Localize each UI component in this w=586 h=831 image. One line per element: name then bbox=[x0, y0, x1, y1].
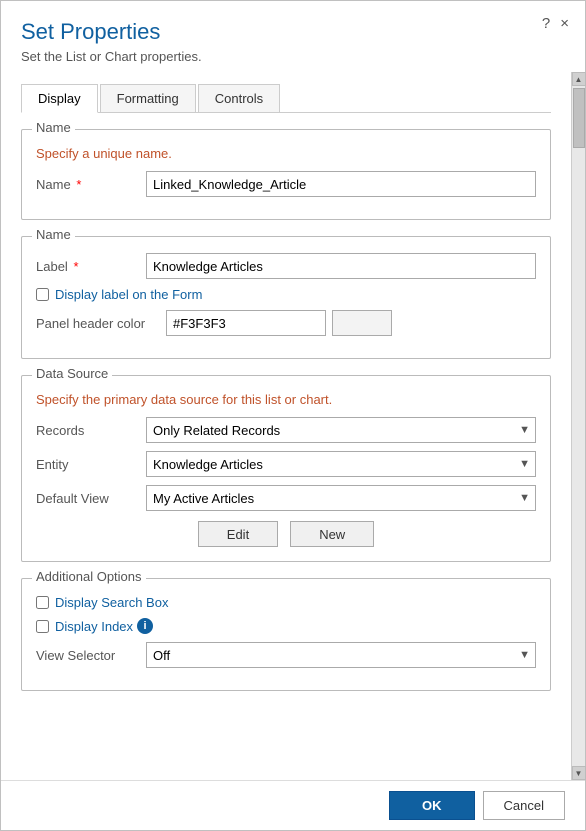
name-section-1-description: Specify a unique name. bbox=[36, 146, 536, 161]
scrollbar-up-button[interactable]: ▲ bbox=[572, 72, 586, 86]
name-input[interactable] bbox=[146, 171, 536, 197]
dialog-subtitle: Set the List or Chart properties. bbox=[21, 49, 565, 64]
help-icon[interactable]: ? bbox=[542, 15, 550, 32]
display-index-row: Display Index i bbox=[36, 618, 536, 634]
additional-options-section: Additional Options Display Search Box Di… bbox=[21, 578, 551, 691]
data-source-section: Data Source Specify the primary data sou… bbox=[21, 375, 551, 562]
scrollbar-track: ▲ ▼ bbox=[571, 72, 585, 780]
label-section-legend: Name bbox=[32, 227, 75, 242]
label-input[interactable] bbox=[146, 253, 536, 279]
entity-row: Entity Knowledge Articles Accounts Conta… bbox=[36, 451, 536, 477]
tab-controls[interactable]: Controls bbox=[198, 84, 280, 112]
view-selector-select[interactable]: Off Show All Views Show Selected Views bbox=[146, 642, 536, 668]
entity-label: Entity bbox=[36, 457, 146, 472]
dialog-header: Set Properties Set the List or Chart pro… bbox=[1, 1, 585, 72]
display-index-info-icon[interactable]: i bbox=[137, 618, 153, 634]
view-selector-label: View Selector bbox=[36, 648, 146, 663]
display-index-checkbox[interactable] bbox=[36, 620, 49, 633]
close-icon[interactable]: × bbox=[560, 15, 569, 32]
scrollbar-area: Display Formatting Controls Name Specify… bbox=[1, 72, 585, 780]
default-view-label: Default View bbox=[36, 491, 146, 506]
panel-header-label: Panel header color bbox=[36, 316, 166, 331]
display-label-row: Display label on the Form bbox=[36, 287, 536, 302]
tab-display[interactable]: Display bbox=[21, 84, 98, 113]
ok-button[interactable]: OK bbox=[389, 791, 475, 820]
panel-header-row: Panel header color bbox=[36, 310, 536, 336]
additional-options-legend: Additional Options bbox=[32, 569, 146, 584]
data-source-legend: Data Source bbox=[32, 366, 112, 381]
name-section-1-inner: Specify a unique name. Name * bbox=[36, 146, 536, 197]
panel-header-input[interactable] bbox=[166, 310, 326, 336]
edit-button[interactable]: Edit bbox=[198, 521, 278, 547]
view-selector-wrapper: Off Show All Views Show Selected Views ▼ bbox=[146, 642, 536, 668]
cancel-button[interactable]: Cancel bbox=[483, 791, 565, 820]
color-swatch[interactable] bbox=[332, 310, 392, 336]
dialog-footer: OK Cancel bbox=[1, 780, 585, 830]
label-label: Label * bbox=[36, 259, 146, 274]
dialog-top-controls: ? × bbox=[542, 15, 569, 32]
default-view-select-wrapper: My Active Articles Active Articles All A… bbox=[146, 485, 536, 511]
records-select[interactable]: Only Related Records All Records bbox=[146, 417, 536, 443]
display-search-box-label: Display Search Box bbox=[55, 595, 168, 610]
view-selector-row: View Selector Off Show All Views Show Se… bbox=[36, 642, 536, 668]
additional-options-inner: Display Search Box Display Index i View … bbox=[36, 595, 536, 668]
dialog: Set Properties Set the List or Chart pro… bbox=[0, 0, 586, 831]
edit-new-buttons-row: Edit New bbox=[36, 521, 536, 547]
label-section: Name Label * Display label on the Form bbox=[21, 236, 551, 359]
records-label: Records bbox=[36, 423, 146, 438]
display-label-text: Display label on the Form bbox=[55, 287, 202, 302]
display-search-box-checkbox[interactable] bbox=[36, 596, 49, 609]
dialog-title: Set Properties bbox=[21, 19, 565, 45]
name-section-1-legend: Name bbox=[32, 120, 75, 135]
entity-select-wrapper: Knowledge Articles Accounts Contacts ▼ bbox=[146, 451, 536, 477]
dialog-content: Display Formatting Controls Name Specify… bbox=[1, 72, 571, 780]
scrollbar-thumb[interactable] bbox=[573, 88, 585, 148]
entity-select[interactable]: Knowledge Articles Accounts Contacts bbox=[146, 451, 536, 477]
new-button[interactable]: New bbox=[290, 521, 374, 547]
label-section-inner: Label * Display label on the Form Panel … bbox=[36, 253, 536, 336]
label-required-star: * bbox=[73, 259, 78, 274]
records-row: Records Only Related Records All Records… bbox=[36, 417, 536, 443]
display-label-checkbox[interactable] bbox=[36, 288, 49, 301]
name-label: Name * bbox=[36, 177, 146, 192]
name-section-1: Name Specify a unique name. Name * bbox=[21, 129, 551, 220]
tabs-container: Display Formatting Controls bbox=[21, 84, 551, 113]
data-source-description: Specify the primary data source for this… bbox=[36, 392, 536, 407]
data-source-inner: Specify the primary data source for this… bbox=[36, 392, 536, 547]
tab-formatting[interactable]: Formatting bbox=[100, 84, 196, 112]
label-field-row: Label * bbox=[36, 253, 536, 279]
scrollbar-down-button[interactable]: ▼ bbox=[572, 766, 586, 780]
name-field-row: Name * bbox=[36, 171, 536, 197]
display-search-box-row: Display Search Box bbox=[36, 595, 536, 610]
default-view-select[interactable]: My Active Articles Active Articles All A… bbox=[146, 485, 536, 511]
default-view-row: Default View My Active Articles Active A… bbox=[36, 485, 536, 511]
display-index-label: Display Index bbox=[55, 619, 133, 634]
name-required-star: * bbox=[76, 177, 81, 192]
records-select-wrapper: Only Related Records All Records ▼ bbox=[146, 417, 536, 443]
